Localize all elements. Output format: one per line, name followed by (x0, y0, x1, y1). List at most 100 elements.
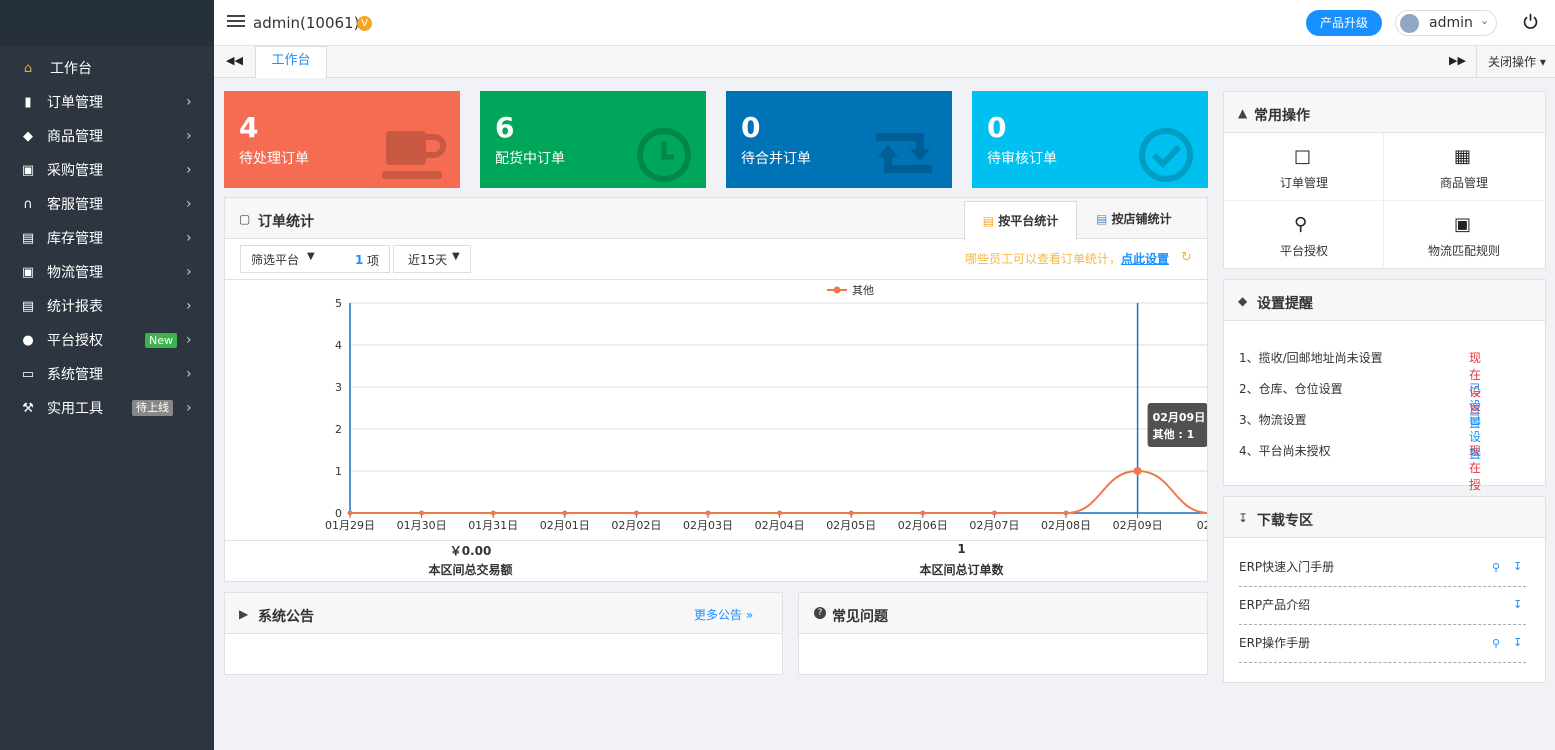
download-icon[interactable]: ↧ (1513, 560, 1522, 573)
tab-by-store[interactable]: ▤ 按店铺统计 (1096, 210, 1172, 227)
op-logistics-rules[interactable]: ▣ 物流匹配规则 (1384, 201, 1544, 269)
download-icon[interactable]: ↧ (1513, 636, 1522, 649)
sidebar-item-system[interactable]: ▭ 系统管理 › (0, 357, 214, 391)
stat-label: 待处理订单 (239, 151, 309, 167)
file-icon: ▢ (239, 212, 251, 226)
panel-header: ? 常见问题 (799, 593, 1207, 634)
panel-title: 订单统计 (258, 214, 314, 230)
data-point (633, 510, 639, 516)
upgrade-button[interactable]: 产品升级 (1306, 10, 1382, 36)
op-product-management[interactable]: ▦ 商品管理 (1384, 133, 1544, 201)
data-point (705, 510, 711, 516)
user-menu[interactable]: admin ⌄ (1395, 10, 1497, 36)
stat-label: 待审核订单 (987, 151, 1057, 167)
inbox-icon: ▤ (21, 230, 35, 246)
period-filter[interactable]: 近15天 ▼ (393, 245, 471, 273)
logo-area (0, 0, 214, 46)
tab-next-icon[interactable]: ▶▶ (1449, 54, 1466, 67)
setting-item: 2、仓库、仓位设置 已设置 (1239, 380, 1481, 430)
wrench-icon: ⚒ (22, 400, 34, 416)
download-name: ERP产品介绍 (1239, 598, 1311, 612)
stat-value: 4 (239, 111, 259, 144)
hint-setup-link[interactable]: 点此设置 (1121, 252, 1169, 266)
x-tick-label: 02月06日 (898, 519, 948, 532)
pin-icon: ▲ (1238, 106, 1248, 120)
chevron-right-icon: › (186, 196, 192, 212)
bullhorn-icon: ▶ (239, 607, 249, 621)
data-point (347, 510, 353, 516)
data-point (991, 510, 997, 516)
sidebar-item-purchase[interactable]: ▣ 采购管理 › (0, 153, 214, 187)
close-operations-dropdown[interactable]: 关闭操作 ▾ (1476, 46, 1546, 78)
sidebar-item-inventory[interactable]: ▤ 库存管理 › (0, 221, 214, 255)
filter-label: 筛选平台 (251, 253, 300, 267)
setting-item: 4、平台尚未授权 现在授权 (1239, 442, 1481, 509)
sidebar-item-products[interactable]: ◆ 商品管理 › (0, 119, 214, 153)
x-tick-label: 02月02日 (611, 519, 661, 532)
y-tick-label: 4 (335, 339, 342, 352)
download-name: ERP快速入门手册 (1239, 560, 1335, 574)
total-orders: 1 (957, 542, 966, 556)
tab-label: 按店铺统计 (1111, 212, 1172, 226)
more-announcements-link[interactable]: 更多公告 » (694, 606, 753, 623)
coffee-icon (382, 131, 446, 179)
stat-card-pending[interactable]: 4 待处理订单 (224, 91, 460, 188)
x-tick-label: 02月08日 (1041, 519, 1091, 532)
account-title: admin(10061) (253, 14, 360, 32)
home-icon: ⌂ (23, 60, 33, 76)
x-tick-label: 02月07日 (969, 519, 1019, 532)
download-icon[interactable]: ↧ (1513, 598, 1522, 611)
cart-icon: ▣ (21, 162, 35, 178)
platform-filter[interactable]: 筛选平台 ▼ 1 项 (240, 245, 390, 273)
sidebar-item-platform-auth[interactable]: ● 平台授权 New › (0, 323, 214, 357)
bell-icon: ◆ (1238, 294, 1248, 308)
permission-hint: 哪些员工可以查看订单统计，点此设置 (965, 250, 1169, 267)
setting-item: 1、揽收/回邮地址尚未设置 现在设置 (1239, 349, 1481, 416)
common-ops-panel: ▲ 常用操作 □ 订单管理 ▦ 商品管理 ⚲ 平台授权 ▣ 物流匹配规则 (1223, 91, 1546, 269)
series-line (350, 469, 1207, 514)
stat-card-merge[interactable]: 0 待合并订单 (726, 91, 952, 188)
bar-chart-icon: ▤ (982, 214, 995, 228)
chevron-right-icon: › (186, 264, 192, 280)
sidebar-item-service[interactable]: ∩ 客服管理 › (0, 187, 214, 221)
caret-down-icon: ▾ (1539, 55, 1546, 69)
tab-by-platform[interactable]: ▤ 按平台统计 (964, 201, 1077, 240)
monitor-icon: ▭ (21, 366, 35, 382)
sidebar-item-tools[interactable]: ⚒ 实用工具 待上线 › (0, 391, 214, 425)
question-circle-icon: ? (814, 607, 826, 619)
chevron-right-icon: › (186, 162, 192, 178)
sidebar-item-reports[interactable]: ▤ 统计报表 › (0, 289, 214, 323)
tab-bar: ◀◀ 工作台 ▶▶ 关闭操作 ▾ (214, 46, 1555, 78)
op-order-management[interactable]: □ 订单管理 (1224, 133, 1384, 201)
total-amount-label: 本区间总交易额 (428, 563, 513, 577)
sidebar-item-workbench[interactable]: ⌂ 工作台 (0, 51, 214, 85)
preview-icon[interactable]: ⚲ (1492, 561, 1500, 574)
tab-label: 按平台统计 (998, 214, 1059, 228)
op-platform-auth[interactable]: ⚲ 平台授权 (1224, 201, 1384, 269)
faq-panel: ? 常见问题 (798, 592, 1208, 675)
panel-title: 常见问题 (832, 609, 888, 625)
stat-card-review[interactable]: 0 待审核订单 (972, 91, 1208, 188)
legend-label: 其他 (852, 284, 874, 297)
data-point (777, 510, 783, 516)
refresh-icon[interactable]: ↻ (1181, 250, 1192, 265)
tab-prev-icon[interactable]: ◀◀ (226, 54, 243, 67)
preview-icon[interactable]: ⚲ (1492, 637, 1500, 650)
chevron-right-icon: › (186, 332, 192, 348)
x-tick-label: 01月31日 (468, 519, 518, 532)
tab-workbench[interactable]: 工作台 (255, 46, 327, 78)
chevron-right-icon: › (186, 128, 192, 144)
key-icon: ⚲ (1294, 214, 1308, 235)
power-icon[interactable] (1522, 13, 1539, 30)
sidebar-item-orders[interactable]: ▮ 订单管理 › (0, 85, 214, 119)
menu-toggle-icon[interactable] (227, 15, 245, 29)
sidebar-item-logistics[interactable]: ▣ 物流管理 › (0, 255, 214, 289)
chevron-right-icon: › (186, 94, 192, 110)
op-label: 订单管理 (1279, 176, 1328, 190)
filter-unit: 项 (367, 254, 380, 268)
caret-down-icon: ▼ (307, 251, 315, 262)
truck-icon: ▣ (1454, 214, 1472, 235)
clock-icon (637, 128, 691, 182)
filter-count: 1 (355, 253, 364, 267)
stat-card-allocating[interactable]: 6 配货中订单 (480, 91, 706, 188)
